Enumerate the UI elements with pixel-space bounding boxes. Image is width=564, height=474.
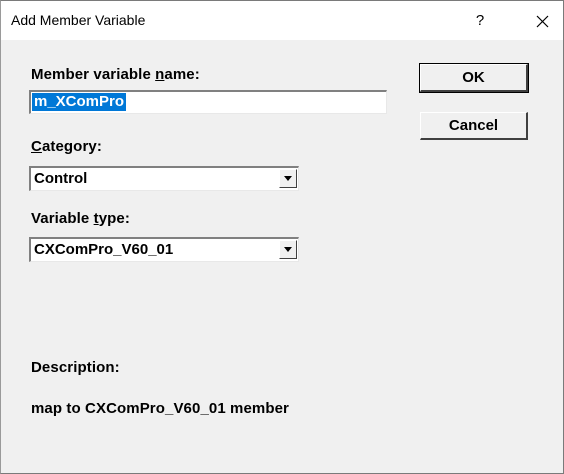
category-dropdown[interactable]: Control [29, 166, 299, 191]
description-label: Description: [31, 359, 120, 376]
ok-button[interactable]: OK [419, 63, 529, 93]
help-button[interactable]: ? [467, 9, 493, 33]
category-value: Control [34, 170, 88, 187]
category-dropdown-button[interactable] [279, 169, 297, 188]
chevron-down-icon [284, 176, 292, 181]
chevron-down-icon [284, 247, 292, 252]
cancel-button[interactable]: Cancel [420, 112, 528, 140]
member-variable-name-input[interactable]: m_XComPro [29, 90, 387, 114]
variable-type-dropdown[interactable]: CXComPro_V60_01 [29, 237, 299, 262]
variable-type-dropdown-button[interactable] [279, 240, 297, 259]
variable-type-value: CXComPro_V60_01 [34, 241, 174, 258]
close-button[interactable] [527, 7, 557, 35]
member-variable-name-label: Member variable name: [31, 66, 200, 83]
title-bar[interactable]: Add Member Variable ? [1, 1, 563, 40]
window-title: Add Member Variable [11, 12, 146, 28]
description-text: map to CXComPro_V60_01 member [31, 400, 289, 417]
add-member-variable-dialog: Add Member Variable ? Member variable na… [0, 0, 564, 474]
close-icon [536, 15, 549, 28]
variable-type-label: Variable type: [31, 210, 130, 227]
member-variable-name-value: m_XComPro [32, 93, 127, 111]
category-label: Category: [31, 138, 102, 155]
dialog-body: Member variable name: m_XComPro Category… [1, 40, 563, 473]
